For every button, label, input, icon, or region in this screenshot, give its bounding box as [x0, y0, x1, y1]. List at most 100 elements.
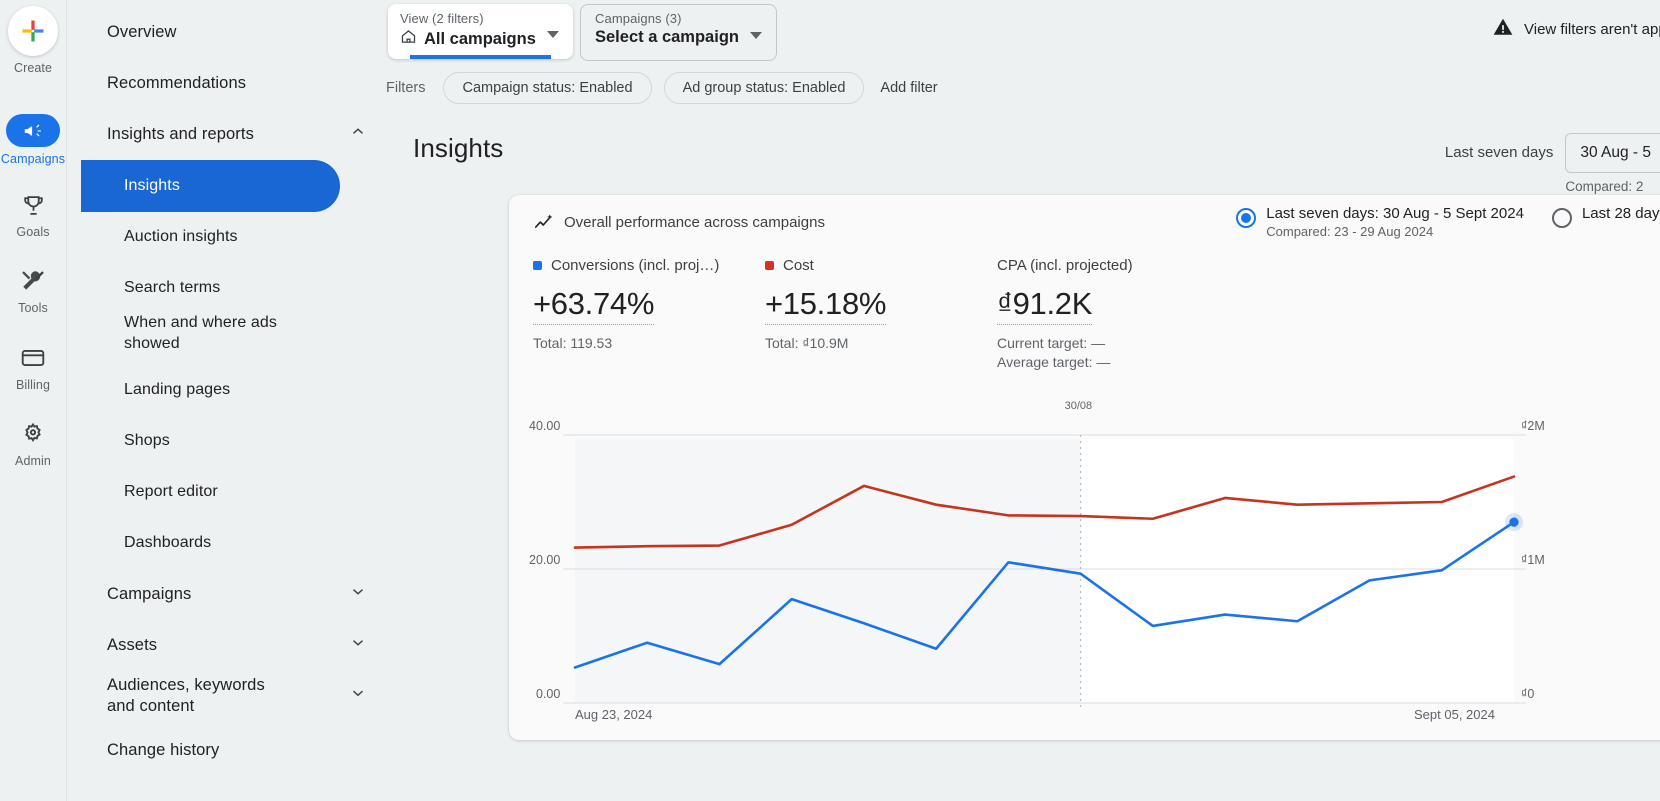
campaign-dropdown-caption: Campaigns (3): [595, 11, 766, 26]
sidebar-item-insights-and-reports[interactable]: Insights and reports: [67, 117, 386, 151]
icon-rail: Create Campaigns Goals Tools: [0, 0, 66, 801]
rail-label-tools: Tools: [0, 301, 66, 315]
filters-row: Filters Campaign status: Enabled Ad grou…: [386, 72, 942, 104]
sidebar-item-label: Recommendations: [107, 74, 246, 93]
sidebar-item-label: Insights: [124, 177, 180, 195]
filter-chip-ad-group-status[interactable]: Ad group status: Enabled: [664, 72, 865, 104]
y-axis-tick-left-bottom: 0.00: [536, 687, 560, 701]
filters-label: Filters: [386, 80, 425, 96]
sidebar-item-dashboards[interactable]: Dashboards: [67, 526, 229, 560]
megaphone-icon: [6, 114, 60, 147]
view-filter-dropdown[interactable]: View (2 filters) All campaigns: [388, 4, 573, 59]
rail-label-campaigns: Campaigns: [0, 152, 66, 166]
y-axis-tick-right-bottom: ₫0: [1521, 687, 1534, 701]
radio-icon-unselected[interactable]: [1552, 208, 1572, 228]
metric-name: Conversions (incl. proj…): [551, 257, 719, 274]
performance-line-chart: 40.00 20.00 0.00 ₫2M ₫1M ₫0 30/08 Aug 23…: [509, 425, 1660, 740]
rail-label-create: Create: [0, 61, 66, 75]
sidebar-item-label: Auction insights: [124, 228, 238, 246]
radio-icon-selected[interactable]: [1236, 208, 1256, 228]
metric-conversions: Conversions (incl. proj…) +63.74% Total:…: [533, 257, 765, 370]
chevron-down-icon[interactable]: [349, 634, 367, 657]
chart-svg: [509, 425, 1660, 740]
sidebar-item-label: Landing pages: [124, 381, 230, 399]
tools-icon: [0, 266, 66, 296]
sidebar-item-insights[interactable]: Insights: [67, 169, 198, 203]
view-dropdown-underline: [410, 55, 551, 59]
sidebar-item-when-and-where-ads-showed[interactable]: When and where ads showed: [67, 312, 337, 366]
sidebar-item-label: Audiences, keywords and content: [107, 675, 292, 717]
chevron-down-icon[interactable]: [547, 31, 559, 38]
metric-cost: Cost +15.18% Total: ₫10.9M: [765, 257, 997, 370]
metric-subtext: Total: 119.53: [533, 335, 765, 351]
chevron-up-icon[interactable]: [349, 123, 367, 146]
sidebar-item-assets[interactable]: Assets: [67, 628, 386, 662]
rail-item-create[interactable]: Create: [0, 6, 66, 75]
sidebar-item-change-history[interactable]: Change history: [67, 733, 237, 767]
sidebar-item-auction-insights[interactable]: Auction insights: [67, 220, 256, 254]
metrics-row: Conversions (incl. proj…) +63.74% Total:…: [533, 257, 1297, 370]
sidebar-item-landing-pages[interactable]: Landing pages: [67, 373, 248, 407]
top-toolbar: View (2 filters) All campaigns Campaigns…: [386, 0, 1660, 115]
legend-swatch-cost: [765, 261, 774, 270]
rail-item-campaigns[interactable]: Campaigns: [0, 114, 66, 166]
sidebar-item-recommendations[interactable]: Recommendations: [67, 66, 264, 100]
chevron-down-icon[interactable]: [349, 684, 367, 708]
y-axis-tick-left-top: 40.00: [529, 419, 560, 433]
metric-header: Cost: [765, 257, 997, 274]
trophy-icon: [0, 190, 66, 220]
sidebar-item-label: When and where ads showed: [124, 312, 309, 354]
radio-option-label: Last seven days: 30 Aug - 5 Sept 2024: [1266, 205, 1524, 222]
sidebar-item-shops[interactable]: Shops: [67, 424, 188, 458]
radio-option-sublabel: Compared: 23 - 29 Aug 2024: [1266, 224, 1524, 239]
add-filter-button[interactable]: Add filter: [876, 80, 941, 96]
rail-label-admin: Admin: [0, 454, 66, 468]
metric-header: CPA (incl. projected): [997, 257, 1297, 274]
metric-header: Conversions (incl. proj…): [533, 257, 765, 274]
metric-cpa: CPA (incl. projected) ₫91.2K Current tar…: [997, 257, 1297, 370]
filter-chip-campaign-status[interactable]: Campaign status: Enabled: [443, 72, 651, 104]
sidebar-item-label: Assets: [107, 636, 157, 655]
sidebar-item-search-terms[interactable]: Search terms: [67, 271, 238, 305]
trend-sparkle-icon: [533, 212, 555, 239]
sidebar-item-campaigns[interactable]: Campaigns: [67, 577, 386, 611]
date-range-value[interactable]: 30 Aug - 5: [1565, 133, 1660, 173]
rail-item-billing[interactable]: Billing: [0, 343, 66, 392]
sidebar-item-label: Overview: [107, 23, 177, 42]
sidebar-item-label: Change history: [107, 741, 219, 760]
sidebar-item-label: Shops: [124, 432, 170, 450]
rail-item-admin[interactable]: Admin: [0, 419, 66, 468]
campaign-selector-dropdown[interactable]: Campaigns (3) Select a campaign: [580, 4, 777, 61]
card-title: Overall performance across campaigns: [564, 214, 825, 231]
chevron-down-icon[interactable]: [750, 32, 762, 39]
radio-option-last-seven-days[interactable]: Last seven days: 30 Aug - 5 Sept 2024 Co…: [1236, 205, 1524, 239]
sidebar-item-label: Search terms: [124, 279, 220, 297]
radio-option-last-28-days[interactable]: Last 28 days: [1552, 205, 1660, 239]
metric-subtext: Current target: —: [997, 335, 1297, 351]
metric-subtext-secondary: Average target: —: [997, 354, 1297, 370]
rail-item-tools[interactable]: Tools: [0, 266, 66, 315]
view-filters-warning: View filters aren't appl: [1492, 16, 1660, 42]
card-header: Overall performance across campaigns Las…: [509, 195, 1660, 257]
date-range-picker: Last seven days 30 Aug - 5 Compared: 2: [1445, 133, 1660, 194]
view-dropdown-caption: View (2 filters): [400, 11, 563, 26]
sidebar-item-label: Report editor: [124, 483, 218, 501]
warning-triangle-icon: [1492, 16, 1514, 42]
metric-subtext: Total: ₫10.9M: [765, 335, 997, 351]
gear-icon: [0, 419, 66, 449]
metric-name: Cost: [783, 257, 814, 274]
campaign-dropdown-value: Select a campaign: [595, 28, 766, 47]
x-axis-tick-start: Aug 23, 2024: [575, 707, 652, 722]
sidebar-item-overview[interactable]: Overview: [67, 15, 195, 49]
sidebar-item-report-editor[interactable]: Report editor: [67, 475, 236, 509]
x-axis-tick-end: Sept 05, 2024: [1414, 707, 1495, 722]
chevron-down-icon[interactable]: [349, 583, 367, 606]
sidebar-item-audiences-keywords-and-content[interactable]: Audiences, keywords and content: [67, 669, 386, 723]
sidebar-item-label: Insights and reports: [107, 125, 254, 144]
main-content: Insights Last seven days 30 Aug - 5 Comp…: [386, 115, 1660, 801]
date-option-radio-group: Last seven days: 30 Aug - 5 Sept 2024 Co…: [1236, 205, 1660, 239]
plus-icon: [8, 6, 58, 56]
metric-value: +15.18%: [765, 286, 886, 325]
rail-item-goals[interactable]: Goals: [0, 190, 66, 239]
y-axis-tick-right-top: ₫2M: [1521, 419, 1545, 433]
